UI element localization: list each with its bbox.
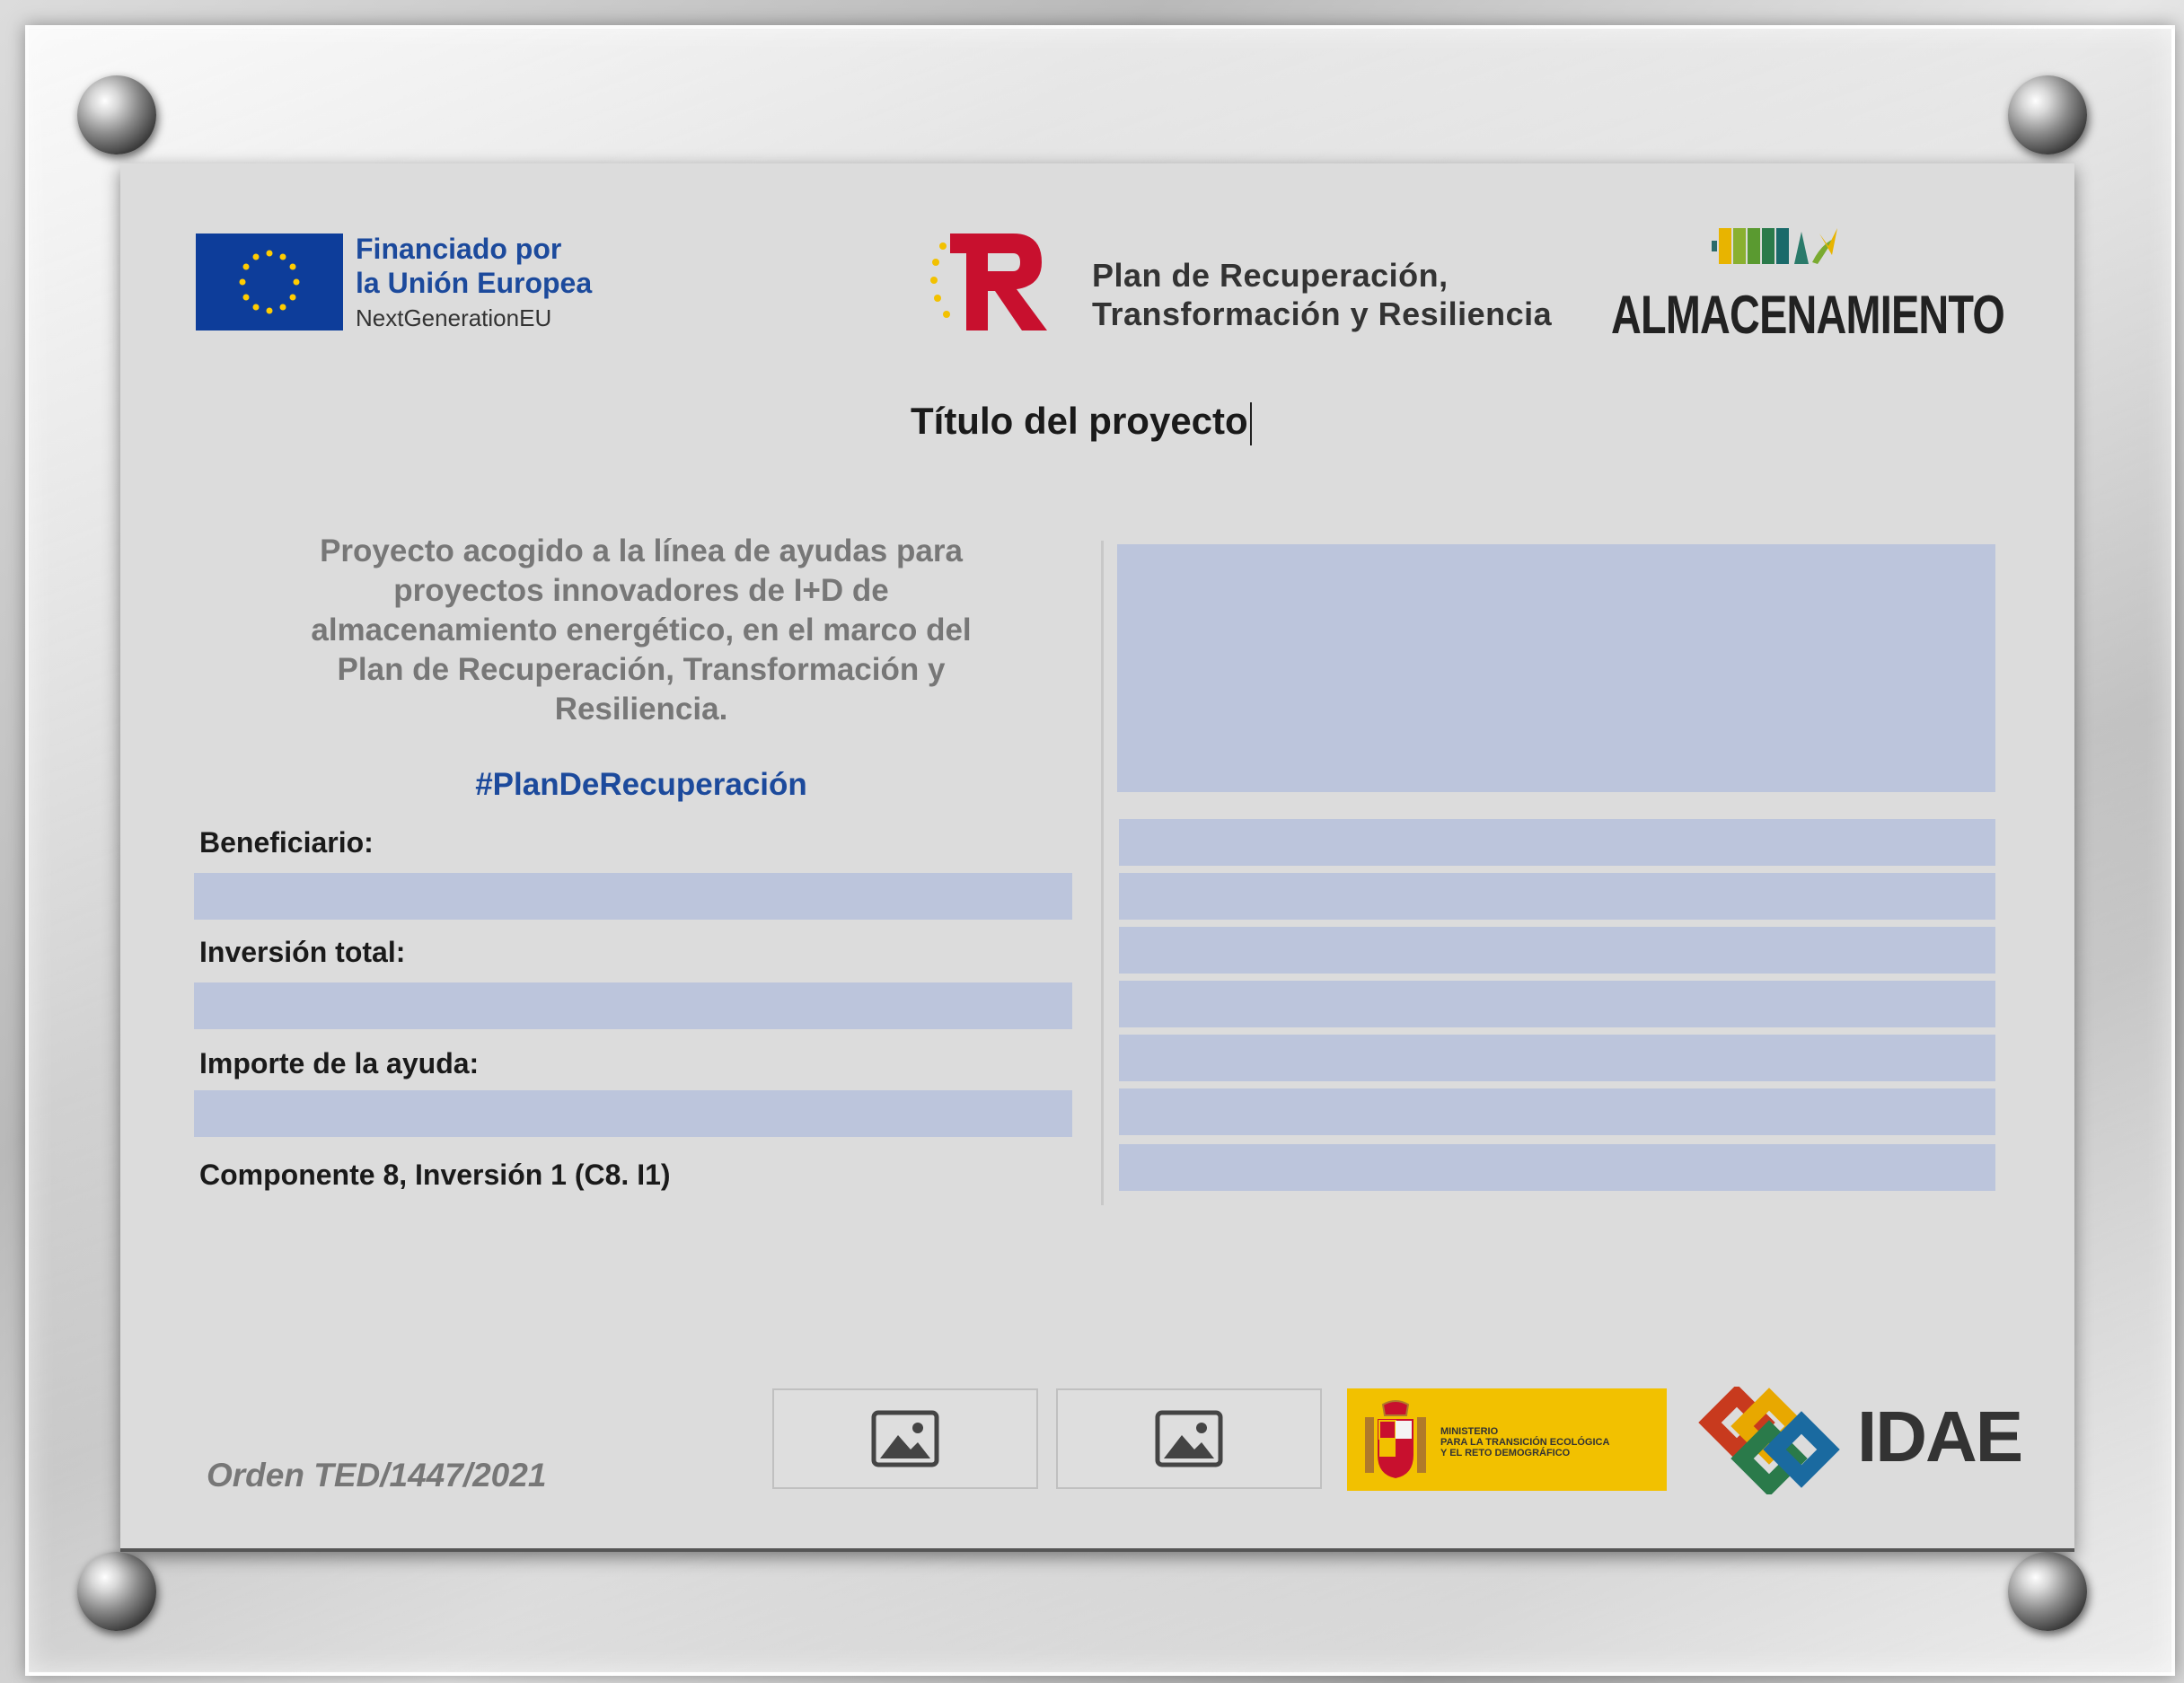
inversion-field[interactable] (194, 982, 1072, 1029)
plan-text: Plan de Recuperación, Transformación y R… (1092, 256, 1552, 333)
program-name: ALMACENAMIENTO (1611, 285, 2005, 345)
info-row[interactable] (1119, 927, 1995, 974)
orden-text: Orden TED/1447/2021 (207, 1457, 547, 1494)
column-divider (1101, 541, 1104, 1205)
tr-logo-icon (927, 226, 1052, 334)
inversion-label: Inversión total: (199, 936, 406, 968)
info-row[interactable] (1119, 1088, 1995, 1135)
image-placeholder-icon (871, 1410, 939, 1467)
almacenamiento-logo-icon (1712, 219, 1891, 272)
eu-subtitle: NextGenerationEU (356, 304, 552, 331)
componente-text: Componente 8, Inversión 1 (C8. I1) (199, 1159, 671, 1191)
info-row[interactable] (1119, 873, 1995, 920)
screw-icon (77, 75, 156, 154)
screw-icon (2008, 75, 2087, 154)
importe-label: Importe de la ayuda: (199, 1047, 480, 1079)
info-row[interactable] (1119, 1035, 1995, 1081)
project-description: Proyecto acogido a la línea de ayudas pa… (311, 533, 972, 727)
project-title[interactable]: Título del proyecto (911, 400, 1252, 445)
info-row[interactable] (1119, 1144, 1995, 1191)
idae-logo-icon (1694, 1384, 1846, 1499)
spain-coat-of-arms-icon (1365, 1400, 1426, 1478)
eu-line1: Financiado por (356, 233, 562, 265)
screw-icon (2008, 1552, 2087, 1631)
image-placeholder-icon (1155, 1410, 1223, 1467)
ministerio-logo: MINISTERIO PARA LA TRANSICIÓN ECOLÓGICA … (1347, 1388, 1667, 1491)
ministerio-text: MINISTERIO PARA LA TRANSICIÓN ECOLÓGICA … (1440, 1426, 1609, 1458)
project-title-text: Título del proyecto (911, 400, 1248, 442)
ministerio-line2: PARA LA TRANSICIÓN ECOLÓGICA (1440, 1437, 1610, 1448)
info-row[interactable] (1119, 819, 1995, 866)
logo-placeholder[interactable] (772, 1388, 1038, 1489)
beneficiario-field[interactable] (194, 873, 1072, 920)
project-plaque: Financiado por la Unión Europea NextGene… (120, 163, 2074, 1552)
logo-placeholder[interactable] (1056, 1388, 1322, 1489)
eu-flag-icon (196, 234, 343, 330)
ministerio-line3: Y EL RETO DEMOGRÁFICO (1440, 1448, 1571, 1458)
eu-line2: la Unión Europea (356, 267, 593, 299)
hashtag: #PlanDeRecuperación (475, 767, 807, 802)
plan-line2: Transformación y Resiliencia (1092, 295, 1553, 332)
plan-line1: Plan de Recuperación, (1092, 257, 1449, 294)
info-row[interactable] (1119, 981, 1995, 1027)
eu-funding-text: Financiado por la Unión Europea NextGene… (356, 232, 592, 336)
text-caret (1249, 401, 1252, 445)
beneficiario-label: Beneficiario: (199, 826, 374, 859)
ministerio-line1: MINISTERIO (1440, 1426, 1499, 1437)
idae-name: IDAE (1857, 1397, 2023, 1476)
image-area[interactable] (1117, 544, 1995, 792)
screw-icon (77, 1552, 156, 1631)
importe-field[interactable] (194, 1090, 1072, 1137)
